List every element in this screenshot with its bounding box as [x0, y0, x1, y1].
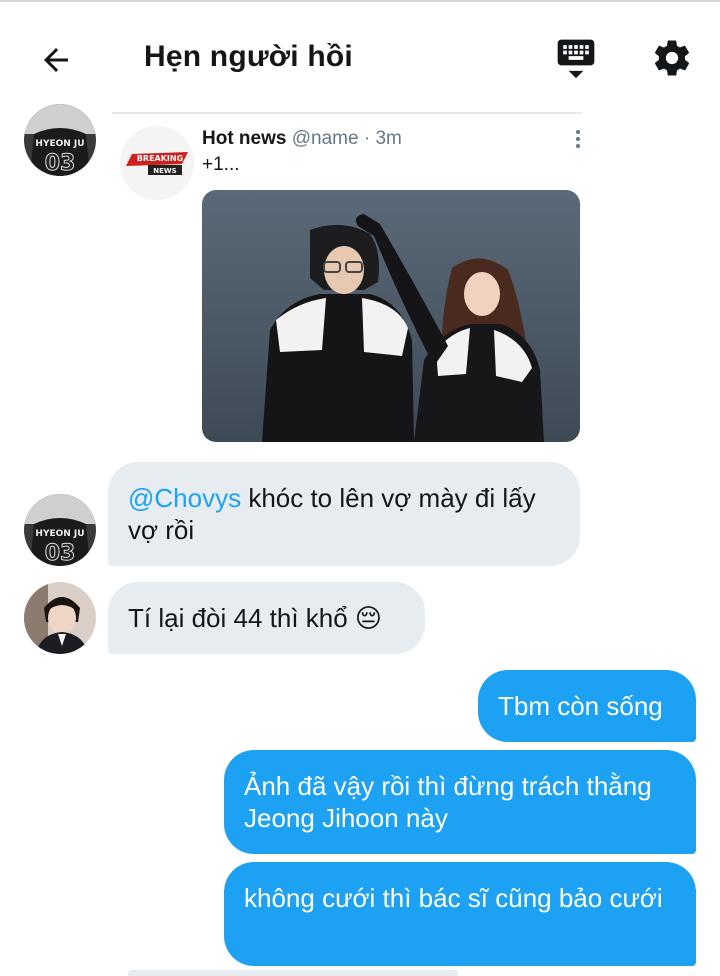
more-dot: [576, 137, 580, 141]
message-bubble-outgoing[interactable]: Tbm còn sống: [478, 670, 696, 742]
message-bubble-incoming[interactable]: Tí lại đòi 44 thì khổ 😔: [108, 582, 425, 654]
settings-button[interactable]: [646, 32, 698, 84]
message-text: Tí lại đòi 44 thì khổ 😔: [128, 603, 383, 633]
svg-text:BREAKING: BREAKING: [137, 154, 183, 163]
keyboard-icon: [557, 39, 595, 79]
gear-icon: [654, 40, 690, 76]
message-bubble-outgoing[interactable]: Ảnh đã vậy rồi thì đừng trách thằng Jeon…: [224, 750, 696, 854]
more-dot: [576, 144, 580, 148]
svg-text:HYEON JU: HYEON JU: [35, 139, 84, 149]
breaking-news-logo: BREAKING NEWS: [120, 126, 194, 200]
sender-avatar[interactable]: [24, 582, 96, 654]
tweet-text: +1...: [202, 154, 240, 175]
svg-text:03: 03: [45, 151, 76, 176]
tweet-timestamp: · 3m: [363, 128, 402, 149]
message-bubble-incoming[interactable]: @Chovys khóc to lên vợ mày đi lấy vợ rồi: [108, 462, 580, 566]
avatar-portrait-image: [24, 582, 96, 654]
sender-avatar[interactable]: HYEON JU 03: [24, 104, 96, 176]
message-bubble-outgoing[interactable]: không cưới thì bác sĩ cũng bảo cưới: [224, 862, 696, 966]
arrow-left-icon: [44, 48, 68, 72]
sender-avatar[interactable]: HYEON JU 03: [24, 494, 96, 566]
next-message-bubble-edge: [128, 970, 458, 976]
avatar-jersey-image: HYEON JU 03: [24, 494, 96, 566]
keyboard-button[interactable]: [550, 32, 602, 84]
tweet-author-avatar[interactable]: BREAKING NEWS: [120, 126, 194, 200]
tweet-author-handle: @name: [291, 128, 359, 149]
conversation-header: Hẹn người hồi: [0, 2, 720, 102]
more-vertical-icon: [576, 130, 580, 134]
tweet-author-name[interactable]: Hot news: [202, 128, 286, 149]
svg-text:NEWS: NEWS: [153, 167, 176, 175]
avatar-jersey-image: HYEON JU 03: [24, 104, 96, 176]
tweet-photo[interactable]: [202, 190, 580, 442]
message-text: Ảnh đã vậy rồi thì đừng trách thằng Jeon…: [244, 771, 652, 833]
tweet-more-button[interactable]: [568, 126, 588, 152]
shared-tweet-card[interactable]: BREAKING NEWS Hot news @name · 3m +1...: [112, 112, 582, 452]
couple-photo-image: [202, 190, 580, 442]
back-button[interactable]: [32, 36, 80, 84]
message-text: không cưới thì bác sĩ cũng bảo cưới: [244, 883, 663, 913]
svg-text:HYEON JU: HYEON JU: [35, 529, 84, 539]
user-mention-link[interactable]: @Chovys: [128, 483, 241, 513]
tweet-header: Hot news @name · 3m: [202, 128, 402, 150]
page-title: Hẹn người hồi: [144, 40, 353, 73]
svg-text:03: 03: [45, 541, 76, 566]
message-text: Tbm còn sống: [498, 691, 663, 721]
